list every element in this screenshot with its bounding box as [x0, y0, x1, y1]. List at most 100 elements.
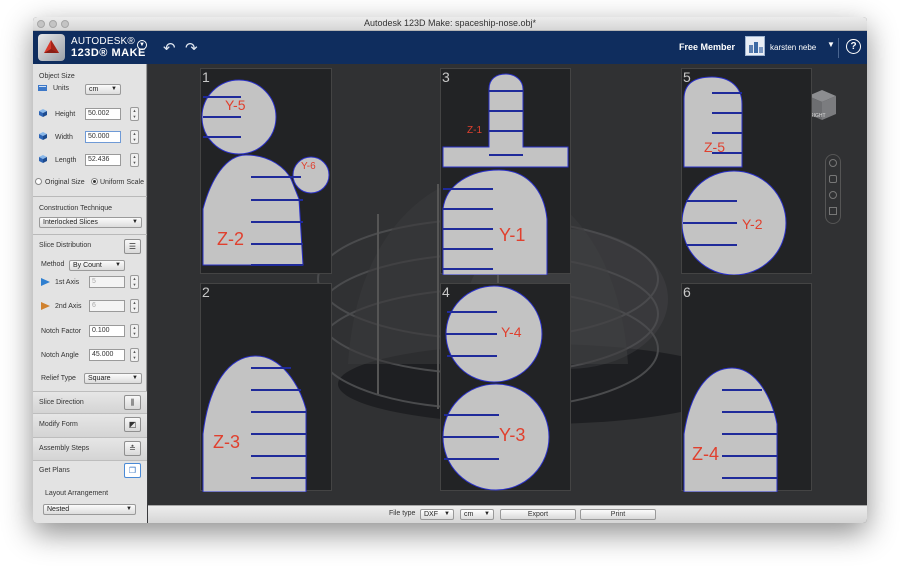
notch-factor-stepper[interactable]: ▲ ▼	[130, 324, 139, 338]
piece-label: Z-4	[692, 444, 719, 464]
original-size-label: Original Size	[45, 179, 85, 186]
width-stepper[interactable]: ▲ ▼	[130, 130, 139, 144]
divider	[33, 196, 147, 197]
divider	[33, 234, 147, 235]
units-select[interactable]: cm ▼	[85, 84, 121, 95]
modify-form-label: Modify Form	[39, 421, 78, 428]
layout-viewport[interactable]: RIGHT 1 Y-5 Y-6 Z-2 2 Z-3 3 Z-1 Y-1 4 Y-…	[148, 64, 867, 505]
notch-angle-label: Notch Angle	[41, 352, 79, 359]
fit-icon[interactable]	[829, 207, 837, 215]
chevron-down-icon: ▼	[484, 511, 490, 517]
uniform-scale-label: Uniform Scale	[100, 179, 144, 186]
undo-icon[interactable]: ↶	[163, 39, 176, 57]
construction-title: Construction Technique	[39, 205, 113, 212]
membership-label: Free Member	[679, 42, 736, 52]
relief-type-select[interactable]: Square ▼	[84, 373, 142, 384]
width-cube-icon	[39, 132, 47, 140]
piece-label: Z-5	[704, 139, 725, 155]
nav-bar	[825, 154, 841, 224]
file-type-select[interactable]: DXF ▼	[420, 509, 454, 520]
notch-factor-input[interactable]: 0.100	[89, 325, 125, 337]
uniform-scale-radio[interactable]	[91, 178, 98, 185]
assembly-steps-icon[interactable]: ≛	[124, 441, 141, 456]
get-plans-icon[interactable]: ❐	[124, 463, 141, 478]
sheet-2[interactable]: 2 Z-3	[200, 283, 332, 492]
modify-form-section[interactable]: Modify Form ◩	[33, 413, 147, 437]
orbit-icon[interactable]	[829, 159, 837, 167]
app-menu-chevron-icon[interactable]: ▼	[137, 40, 147, 50]
window-title: Autodesk 123D Make: spaceship-nose.obj*	[363, 18, 537, 28]
slice-direction-icon[interactable]: ⫼	[124, 395, 141, 410]
height-cube-icon	[39, 109, 47, 117]
layout-arrangement-select[interactable]: Nested ▼	[43, 504, 136, 515]
layout-arrangement-label: Layout Arrangement	[45, 490, 109, 497]
notch-factor-label: Notch Factor	[41, 328, 82, 335]
second-axis-input[interactable]: 6	[89, 300, 125, 312]
sheet-4[interactable]: 4 Y-4 Y-3	[440, 283, 571, 491]
chevron-down-icon: ▼	[126, 506, 132, 512]
method-label: Method	[41, 261, 65, 268]
second-axis-icon	[41, 302, 50, 310]
sheet-5[interactable]: 5 Z-5 Y-2	[681, 68, 812, 275]
export-button[interactable]: Export	[500, 509, 576, 520]
piece-label: Y-5	[225, 97, 246, 113]
pan-icon[interactable]	[829, 175, 837, 183]
units-label: Units	[53, 85, 69, 92]
piece-label: Z-1	[467, 125, 482, 136]
piece-label: Y-1	[499, 225, 526, 245]
chevron-down-icon: ▼	[132, 375, 138, 381]
length-stepper[interactable]: ▲ ▼	[130, 153, 139, 167]
piece-label: Z-2	[217, 229, 244, 249]
method-select[interactable]: By Count ▼	[69, 260, 125, 271]
help-button[interactable]: ?	[846, 39, 861, 54]
second-axis-stepper[interactable]: ▲ ▼	[130, 299, 139, 313]
chevron-down-icon: ▼	[444, 511, 450, 517]
sheet-1[interactable]: 1 Y-5 Y-6 Z-2	[200, 68, 332, 274]
units-icon	[38, 85, 47, 91]
first-axis-icon	[41, 278, 50, 286]
length-cube-icon	[39, 155, 47, 163]
sheet-3[interactable]: 3 Z-1 Y-1	[440, 68, 571, 275]
username-label[interactable]: karsten nebe	[770, 43, 816, 52]
app-logo-icon	[38, 34, 65, 61]
first-axis-input[interactable]: 5	[89, 276, 125, 288]
chevron-down-icon: ▼	[115, 262, 121, 268]
zoom-icon[interactable]	[829, 191, 837, 199]
modify-form-icon[interactable]: ◩	[124, 417, 141, 432]
window-titlebar: Autodesk 123D Make: spaceship-nose.obj*	[33, 17, 867, 31]
object-size-title: Object Size	[39, 73, 75, 80]
width-input[interactable]: 50.000	[85, 131, 121, 143]
get-plans-label: Get Plans	[39, 467, 70, 474]
height-label: Height	[55, 111, 76, 118]
notch-angle-stepper[interactable]: ▲ ▼	[130, 348, 139, 362]
chevron-down-icon: ▼	[132, 219, 138, 225]
piece-label: Y-6	[301, 161, 316, 172]
file-type-label: File type	[389, 510, 416, 517]
first-axis-stepper[interactable]: ▲ ▼	[130, 275, 139, 289]
export-unit-select[interactable]: cm ▼	[460, 509, 494, 520]
length-label: Length	[55, 157, 77, 164]
piece-label: Z-3	[213, 432, 240, 452]
height-input[interactable]: 50.002	[85, 108, 121, 120]
redo-icon[interactable]: ↷	[185, 39, 198, 57]
slice-distribution-header: ☰	[33, 237, 147, 258]
length-input[interactable]: 52.436	[85, 154, 121, 166]
width-label: Width	[55, 134, 73, 141]
user-avatar[interactable]	[745, 36, 765, 56]
original-size-radio[interactable]	[35, 178, 42, 185]
height-stepper[interactable]: ▲ ▼	[130, 107, 139, 121]
piece-label: Y-4	[501, 324, 522, 340]
sheet-6[interactable]: 6 Z-4	[681, 283, 812, 492]
header-divider	[838, 38, 839, 58]
relief-type-label: Relief Type	[41, 375, 76, 382]
first-axis-label: 1st Axis	[55, 279, 80, 286]
print-button[interactable]: Print	[580, 509, 656, 520]
slice-distribution-button[interactable]: ☰	[124, 239, 141, 254]
assembly-steps-label: Assembly Steps	[39, 445, 90, 452]
assembly-steps-section[interactable]: Assembly Steps ≛	[33, 437, 147, 460]
slice-direction-section[interactable]: Slice Direction ⫼	[33, 391, 147, 413]
construction-select[interactable]: Interlocked Slices ▼	[39, 217, 142, 228]
notch-angle-input[interactable]: 45.000	[89, 349, 125, 361]
brand-line2: 123D® MAKE	[71, 47, 146, 59]
user-menu-chevron-icon[interactable]: ▼	[827, 40, 835, 49]
